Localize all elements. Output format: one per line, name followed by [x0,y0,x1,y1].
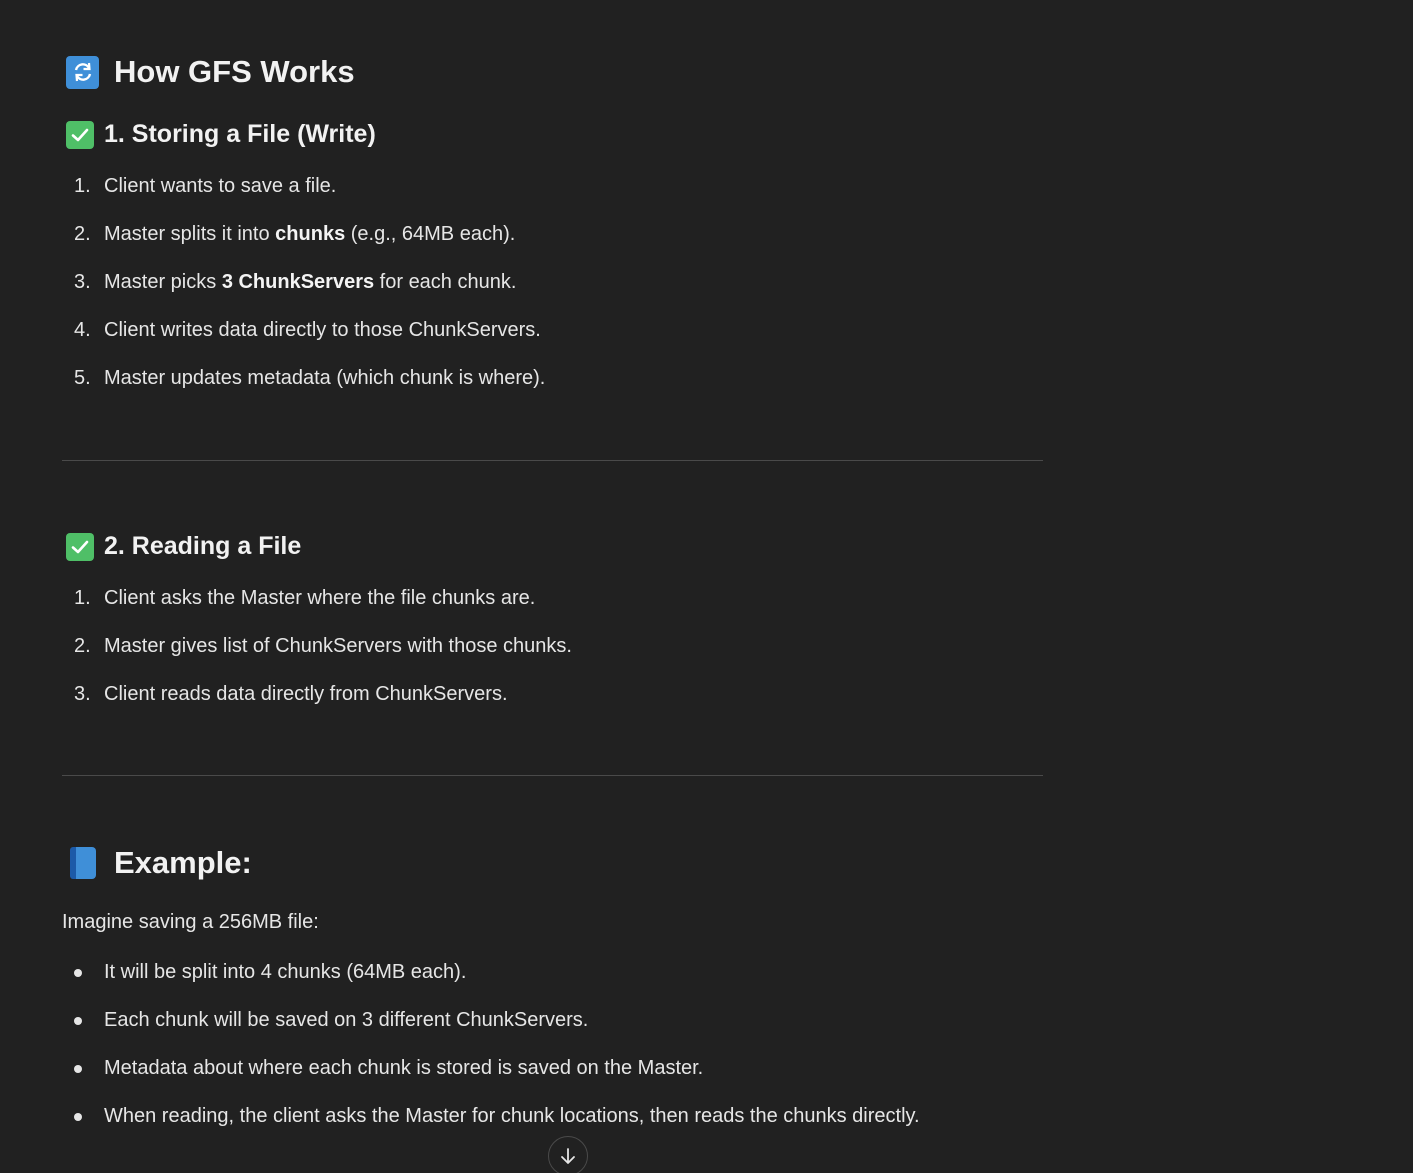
write-heading: 1. Storing a File (Write) [66,120,376,149]
list-item: 1. Client wants to save a file. [62,173,545,221]
list-item-text: Metadata about where each chunk is store… [104,1057,704,1079]
list-item-text: Each chunk will be saved on 3 different … [104,1009,589,1031]
list-item-number: 4. [74,319,91,341]
list-item-text: Client wants to save a file. [104,175,337,197]
list-item: 5. Master updates metadata (which chunk i… [62,365,545,413]
check-mark-icon [66,120,94,149]
list-item: 1. Client asks the Master where the file … [62,585,572,633]
bullet-dot [74,1017,82,1025]
list-item-text: Master gives list of ChunkServers with t… [104,635,572,657]
list-item-number: 2. [74,223,91,245]
list-item-text: Master picks [104,271,222,293]
list-item: 4. Client writes data directly to those C… [62,317,545,365]
list-item-number: 3. [74,683,91,705]
list-item-number: 3. [74,271,91,293]
list-item-bold-text: chunks [275,223,346,245]
list-item-number: 5. [74,367,91,389]
list-item-text: When reading, the client asks the Master… [104,1105,920,1127]
example-bullets-list: It will be split into 4 chunks (64MB eac… [62,959,920,1151]
section-heading: How GFS Works [66,54,355,90]
list-item: It will be split into 4 chunks (64MB eac… [62,959,920,1007]
list-item-number: 2. [74,635,91,657]
read-heading-text: 2. Reading a File [104,532,302,560]
write-steps-list: 1. Client wants to save a file. 2. Master s… [62,173,545,413]
arrow-down-icon [561,1148,575,1164]
list-item: Each chunk will be saved on 3 different … [62,1007,920,1055]
scroll-to-bottom-button[interactable] [548,1136,588,1173]
read-heading: 2. Reading a File [66,532,301,561]
list-item: When reading, the client asks the Master… [62,1103,920,1151]
bullet-dot [74,969,82,977]
example-intro: Imagine saving a 256MB file: [62,911,319,933]
cycle-arrows-icon [66,55,99,89]
list-item: 3. Client reads data directly from ChunkS… [62,681,572,729]
list-item-number: 1. [74,587,91,609]
bullet-dot [74,1065,82,1073]
list-item-text: Client asks the Master where the file ch… [104,587,536,609]
list-item: 3. Master picks 3 ChunkServers for each c… [62,269,545,317]
list-item-bold-text: 3 ChunkServers [221,271,375,293]
chat-response-page: How GFS Works 1. Storing a File (Write) … [0,0,1413,1173]
list-item: Metadata about where each chunk is store… [62,1055,920,1103]
section-heading-text: How GFS Works [114,54,355,89]
list-item-text: Client writes data directly to those Chu… [104,319,541,341]
example-heading: Example: [66,845,252,881]
list-item-number: 1. [74,175,91,197]
list-item-text: (e.g., 64MB each). [345,223,516,245]
bullet-dot [74,1113,82,1121]
divider [62,775,1043,776]
write-heading-text: 1. Storing a File (Write) [104,120,376,148]
list-item: 2. Master splits it into chunks (e.g., 64… [62,221,545,269]
example-heading-text: Example: [114,845,252,880]
list-item-text: It will be split into 4 chunks (64MB eac… [104,961,467,983]
list-item-text: for each chunk. [374,271,517,293]
list-item-text: Master updates metadata (which chunk is … [104,367,546,389]
divider [62,460,1043,461]
check-mark-icon [66,532,94,561]
list-item-text: Master splits it into [104,223,276,245]
list-item: 2. Master gives list of ChunkServers with… [62,633,572,681]
list-item-text: Client reads data directly from ChunkSer… [104,683,508,705]
read-steps-list: 1. Client asks the Master where the file … [62,585,572,729]
blue-book-icon [70,847,96,879]
